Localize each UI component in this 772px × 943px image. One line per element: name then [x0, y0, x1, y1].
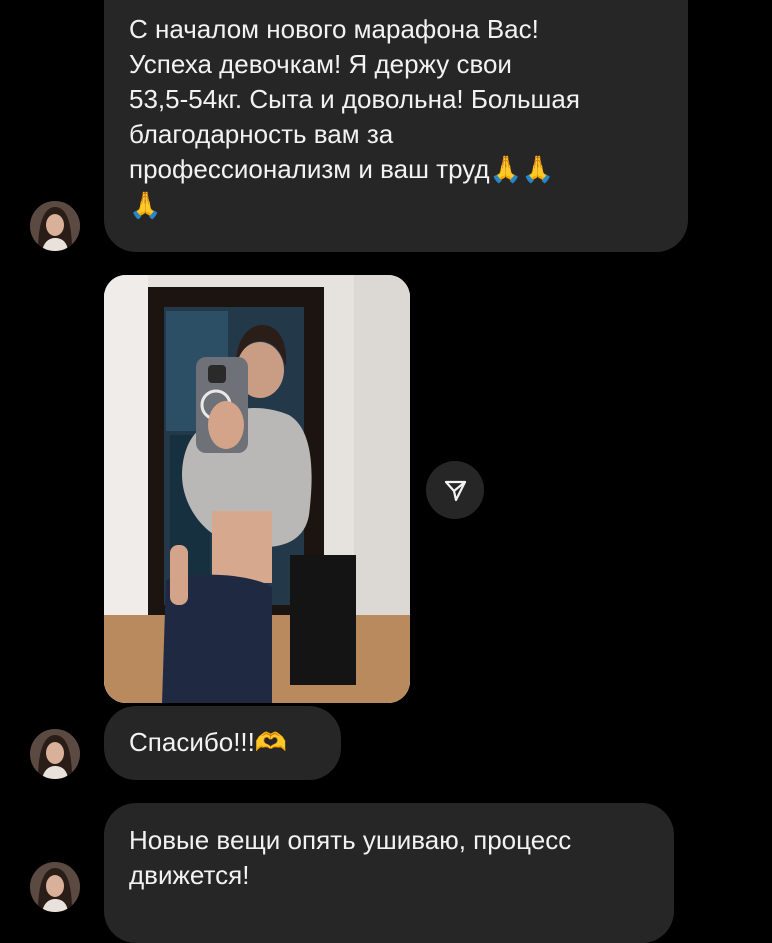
sender-avatar[interactable] [30, 862, 80, 912]
message-bubble[interactable]: Новые вещи опять ушиваю, процесс движетс… [104, 803, 674, 943]
sender-avatar[interactable] [30, 729, 80, 779]
message-text: Новые вещи опять ушиваю, процесс движетс… [129, 825, 572, 890]
message-bubble[interactable]: Спасибо!!!🫶 [104, 706, 341, 780]
mirror-selfie-photo[interactable] [104, 275, 410, 703]
share-button[interactable] [426, 461, 484, 519]
send-icon [444, 480, 467, 502]
message-bubble[interactable]: С началом нового марафона Вас! Успеха де… [104, 0, 688, 252]
pray-emoji: 🙏 [129, 191, 162, 221]
heart-hands-emoji: 🫶 [254, 728, 288, 758]
pray-emoji: 🙏🙏 [489, 155, 555, 185]
sender-avatar[interactable] [30, 201, 80, 251]
message-text: Спасибо!!! [129, 727, 255, 757]
